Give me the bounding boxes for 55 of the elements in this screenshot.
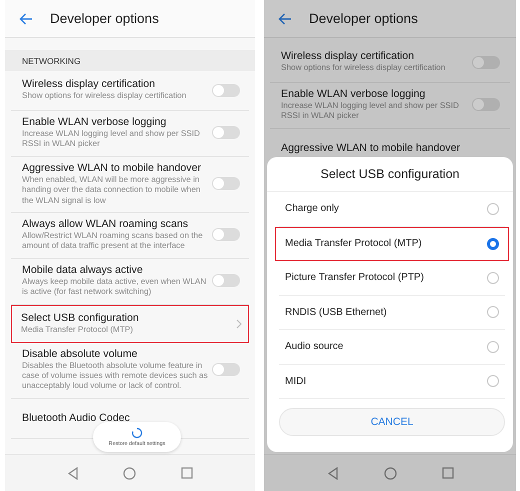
setting-description: Increase WLAN logging level and show per SSID RSSI in WLAN picker bbox=[281, 101, 460, 122]
chevron-icon bbox=[236, 318, 242, 329]
radio-option[interactable]: Picture Transfer Protocol (PTP) bbox=[279, 261, 505, 296]
setting-title[interactable]: Enable WLAN verbose logging bbox=[281, 88, 472, 100]
radio-button[interactable] bbox=[487, 375, 499, 388]
toggle-switch[interactable] bbox=[212, 363, 240, 376]
setting-title[interactable]: Disable absolute volume bbox=[22, 348, 212, 360]
toggle-switch[interactable] bbox=[212, 84, 240, 96]
toggle-switch[interactable] bbox=[212, 126, 240, 140]
screen-title: Developer options bbox=[50, 11, 159, 26]
refresh-icon bbox=[131, 427, 143, 439]
setting-description: Show options for wireless display certification bbox=[22, 91, 188, 102]
radio-option[interactable]: MIDI bbox=[279, 364, 505, 399]
radio-button[interactable] bbox=[487, 202, 499, 215]
radio-button[interactable] bbox=[487, 306, 499, 318]
radio-option[interactable]: Audio source bbox=[279, 330, 505, 364]
back-arrow-icon[interactable] bbox=[278, 12, 292, 24]
dialog-title: Select USB configuration bbox=[267, 157, 513, 192]
radio-button[interactable] bbox=[487, 340, 499, 353]
setting-description: Media Transfer Protocol (MTP) bbox=[21, 324, 134, 336]
radio-button[interactable] bbox=[487, 238, 499, 250]
section-header: NETWORKING bbox=[22, 56, 81, 66]
toggle-switch[interactable] bbox=[212, 228, 240, 242]
toggle-switch[interactable] bbox=[212, 177, 240, 190]
setting-title[interactable]: Mobile data always active bbox=[22, 264, 212, 276]
setting-title[interactable]: Enable WLAN verbose logging bbox=[22, 116, 212, 128]
radio-option[interactable]: RNDIS (USB Ethernet) bbox=[279, 296, 505, 330]
recents-icon[interactable] bbox=[180, 467, 193, 479]
setting-title[interactable]: Bluetooth Audio Codec bbox=[22, 412, 239, 424]
setting-description: Disables the Bluetooth absolute volume feature in case of volume issues with remote devices such as unacceptably loud volume or lack of control. bbox=[22, 360, 209, 392]
back-icon[interactable] bbox=[326, 466, 338, 480]
setting-description: Increase WLAN logging level and show per SSID RSSI in WLAN picker bbox=[22, 129, 201, 150]
radio-option[interactable]: Charge only bbox=[279, 192, 505, 226]
cancel-button[interactable]: CANCEL bbox=[279, 408, 505, 436]
setting-title[interactable]: Aggressive WLAN to mobile handover bbox=[281, 142, 500, 154]
back-icon[interactable] bbox=[67, 466, 80, 480]
radio-option[interactable]: Media Transfer Protocol (MTP) bbox=[275, 226, 509, 261]
setting-description: Show options for wireless display certification bbox=[281, 63, 446, 74]
setting-title[interactable]: Select USB configuration bbox=[21, 312, 236, 324]
radio-button[interactable] bbox=[487, 272, 499, 284]
setting-description: Allow/Restrict WLAN roaming scans based on the amount of data traffic present at the interface bbox=[22, 231, 204, 252]
home-icon[interactable] bbox=[384, 466, 396, 480]
setting-description: When enabled, WLAN will be more aggressive in handing over the data connection to mobile when the WLAN signal is low bbox=[22, 174, 202, 206]
toggle-switch[interactable] bbox=[212, 274, 240, 288]
toggle-switch[interactable] bbox=[472, 56, 500, 68]
setting-title[interactable]: Wireless display certification bbox=[281, 50, 472, 62]
setting-title[interactable]: Always allow WLAN roaming scans bbox=[22, 218, 212, 230]
screen-title: Developer options bbox=[309, 11, 418, 26]
back-arrow-icon[interactable] bbox=[19, 12, 33, 24]
setting-title[interactable]: Wireless display certification bbox=[22, 78, 212, 90]
recents-icon[interactable] bbox=[442, 467, 454, 479]
setting-title[interactable]: Aggressive WLAN to mobile handover bbox=[22, 162, 212, 174]
toggle-switch[interactable] bbox=[472, 98, 500, 112]
home-icon[interactable] bbox=[123, 466, 136, 480]
setting-description: Always keep mobile data active, even when WLAN is active (for fast network switching) bbox=[22, 276, 208, 298]
